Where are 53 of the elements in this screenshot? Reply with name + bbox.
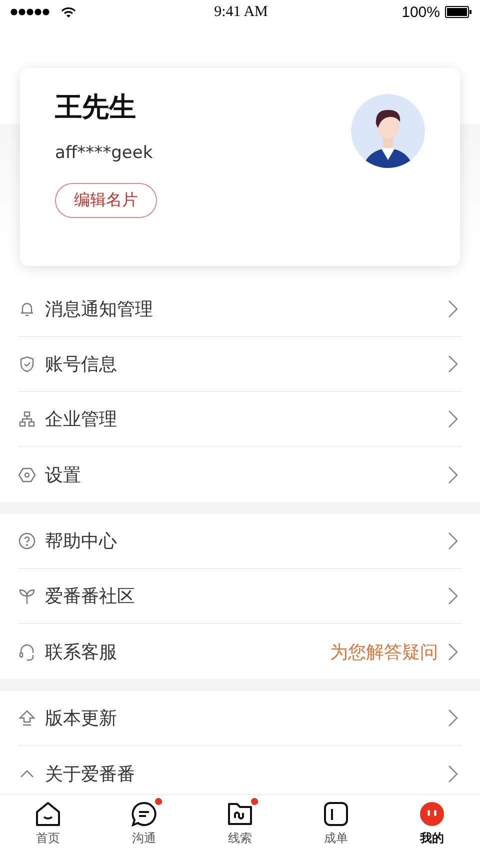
tab-item[interactable]: 沟通 xyxy=(96,795,192,853)
help-icon xyxy=(18,532,36,550)
tab-item[interactable]: 线索 xyxy=(192,795,288,853)
menu-label: 联系客服 xyxy=(45,640,118,664)
menu-item[interactable]: 联系客服 为您解答疑问 xyxy=(18,624,462,679)
menu-label: 版本更新 xyxy=(45,707,118,730)
chevron-icon xyxy=(448,355,458,373)
chevron-icon xyxy=(448,300,458,318)
headset-icon xyxy=(18,642,36,660)
smile-icon xyxy=(419,801,445,827)
menu-item[interactable]: 版本更新 xyxy=(18,691,462,746)
upload-icon xyxy=(18,709,36,727)
chat-icon xyxy=(131,801,157,827)
user-name: 王先生 xyxy=(55,94,136,121)
chevron-icon xyxy=(448,587,458,605)
menu-item[interactable]: 爱番番社区 xyxy=(18,569,462,624)
chevron-icon xyxy=(448,764,458,782)
menu-item[interactable]: 账号信息 xyxy=(18,337,462,392)
bell-icon xyxy=(18,300,36,318)
status-time: 9:41 AM xyxy=(214,4,268,20)
tab-item[interactable]: 首页 xyxy=(0,795,96,853)
hex-icon xyxy=(18,466,36,484)
menu-label: 账号信息 xyxy=(45,353,118,376)
tab-item[interactable]: 我的 xyxy=(384,795,480,853)
menu-label: 消息通知管理 xyxy=(45,298,154,321)
menu-label: 企业管理 xyxy=(45,408,118,431)
menu-item[interactable]: 帮助中心 xyxy=(18,514,462,569)
battery-percent: 100% xyxy=(402,4,440,20)
menu-label: 设置 xyxy=(45,464,82,486)
menu-item[interactable]: 消息通知管理 xyxy=(18,282,462,337)
chevron-icon xyxy=(448,642,458,660)
chevron-icon xyxy=(448,709,458,727)
menu-label: 关于爱番番 xyxy=(45,762,136,786)
wifi-icon xyxy=(61,6,76,18)
tab-item[interactable]: 成单 xyxy=(288,795,384,853)
menu-item[interactable]: 设置 xyxy=(18,447,462,502)
menu-item[interactable]: 企业管理 xyxy=(18,392,462,447)
shield-icon xyxy=(18,355,36,373)
chevron-icon xyxy=(448,410,458,428)
menu-label: 帮助中心 xyxy=(45,530,118,553)
chevron-icon xyxy=(448,532,458,550)
chevron-icon xyxy=(448,466,458,484)
account-id: aff****geek xyxy=(55,143,153,163)
battery-icon xyxy=(444,6,472,18)
home-icon xyxy=(35,801,61,827)
folder-icon xyxy=(227,801,253,827)
menu-item[interactable]: 关于爱番番 xyxy=(18,746,462,794)
order-icon xyxy=(323,801,349,827)
menu-hint: 为您解答疑问 xyxy=(330,640,438,664)
org-icon xyxy=(18,410,36,428)
edit-card-button[interactable]: 编辑名片 xyxy=(55,183,157,218)
sprout-icon xyxy=(18,587,36,605)
menu-label: 爱番番社区 xyxy=(45,585,136,608)
